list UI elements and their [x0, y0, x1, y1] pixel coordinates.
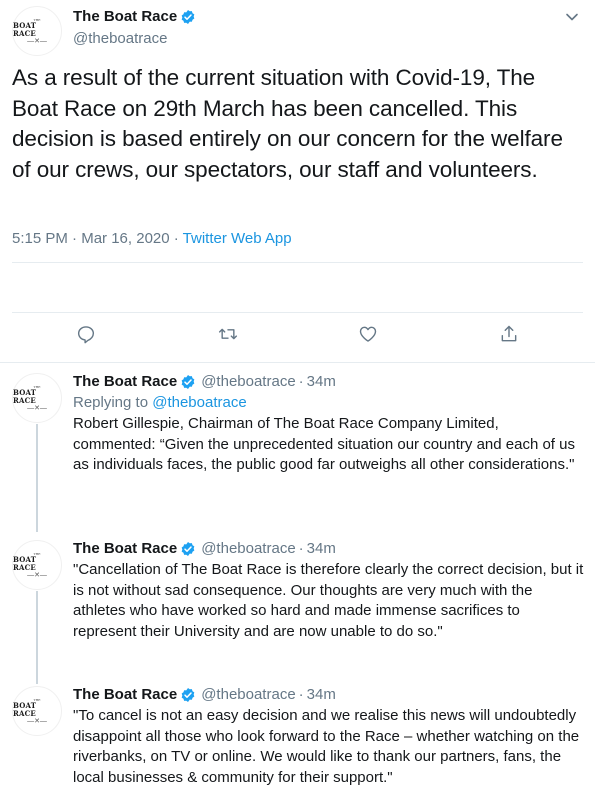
meta-separator: · — [298, 373, 304, 390]
account-name[interactable]: The Boat Race — [73, 540, 177, 557]
reply-tweet[interactable]: THE BOAT RACE —✕— The Boat Race @theboat… — [0, 363, 595, 523]
reply-header: The Boat Race @theboatrace · 34m — [73, 540, 336, 557]
like-button[interactable] — [356, 322, 380, 346]
account-handle[interactable]: @theboatrace — [73, 30, 167, 47]
verified-badge-icon — [180, 374, 196, 390]
tweet-text: As a result of the current situation wit… — [12, 65, 563, 182]
avatar[interactable]: THE BOAT RACE —✕— — [12, 540, 62, 590]
retweet-button[interactable] — [216, 322, 240, 346]
meta-separator: · — [169, 230, 183, 247]
avatar-logo-text: BOAT RACE — [13, 20, 37, 38]
account-handle[interactable]: @theboatrace — [201, 540, 295, 557]
share-button[interactable] — [497, 322, 521, 346]
tweet-time[interactable]: 34m — [307, 686, 336, 703]
meta-separator: · — [67, 230, 82, 247]
avatar[interactable]: THE BOAT RACE —✕— — [12, 373, 62, 423]
account-name[interactable]: The Boat Race — [73, 373, 177, 390]
crossed-oars-icon: —✕— — [27, 571, 47, 579]
tweet-time[interactable]: 34m — [307, 373, 336, 390]
meta-separator: · — [298, 540, 304, 557]
verified-badge-icon — [180, 687, 196, 703]
reply-icon — [77, 326, 95, 344]
avatar-logo-text: BOAT RACE — [13, 387, 37, 405]
verified-badge-icon — [180, 9, 196, 25]
tweet-actions — [0, 322, 595, 354]
avatar-logo-text: BOAT RACE — [13, 700, 37, 718]
account-name[interactable]: The Boat Race — [73, 8, 196, 25]
tweet-meta: 5:15 PM · Mar 16, 2020 · Twitter Web App — [12, 230, 292, 247]
reply-tweet[interactable]: THE BOAT RACE —✕— The Boat Race @theboat… — [0, 676, 595, 806]
tweet-time[interactable]: 34m — [307, 540, 336, 557]
share-icon — [501, 325, 517, 342]
tweet-source-link[interactable]: Twitter Web App — [183, 230, 292, 247]
replying-to-label: Replying to — [73, 394, 153, 411]
chevron-down-icon[interactable] — [565, 10, 579, 24]
heart-icon — [359, 326, 377, 342]
replying-to: Replying to @theboatrace — [73, 394, 247, 411]
divider — [12, 312, 583, 313]
avatar[interactable]: THE BOAT RACE —✕— — [12, 6, 62, 56]
crossed-oars-icon: —✕— — [27, 404, 47, 412]
crossed-oars-icon: —✕— — [27, 37, 47, 45]
tweet-text: Robert Gillespie, Chairman of The Boat R… — [73, 415, 575, 473]
tweet-text: "To cancel is not an easy decision and w… — [73, 707, 580, 786]
verified-badge-icon — [180, 541, 196, 557]
tweet-time[interactable]: 5:15 PM — [12, 230, 68, 247]
avatar[interactable]: THE BOAT RACE —✕— — [12, 686, 62, 736]
reply-tweet[interactable]: THE BOAT RACE —✕— The Boat Race @theboat… — [0, 530, 595, 680]
account-handle[interactable]: @theboatrace — [201, 686, 295, 703]
reply-header: The Boat Race @theboatrace · 34m — [73, 686, 336, 703]
reply-button[interactable] — [74, 322, 98, 346]
main-tweet: THE BOAT RACE —✕— The Boat Race @theboat… — [0, 0, 595, 362]
account-name[interactable]: The Boat Race — [73, 686, 177, 703]
account-handle[interactable]: @theboatrace — [201, 373, 295, 390]
meta-separator: · — [298, 686, 304, 703]
mention-link[interactable]: @theboatrace — [152, 394, 246, 411]
crossed-oars-icon: —✕— — [27, 717, 47, 725]
retweet-icon — [218, 328, 238, 340]
account-name-label: The Boat Race — [73, 8, 178, 25]
divider — [12, 262, 583, 263]
avatar-logo-text: BOAT RACE — [13, 554, 37, 572]
tweet-text: "Cancellation of The Boat Race is theref… — [73, 561, 584, 640]
tweet-date[interactable]: Mar 16, 2020 — [81, 230, 169, 247]
reply-header: The Boat Race @theboatrace · 34m — [73, 373, 336, 390]
